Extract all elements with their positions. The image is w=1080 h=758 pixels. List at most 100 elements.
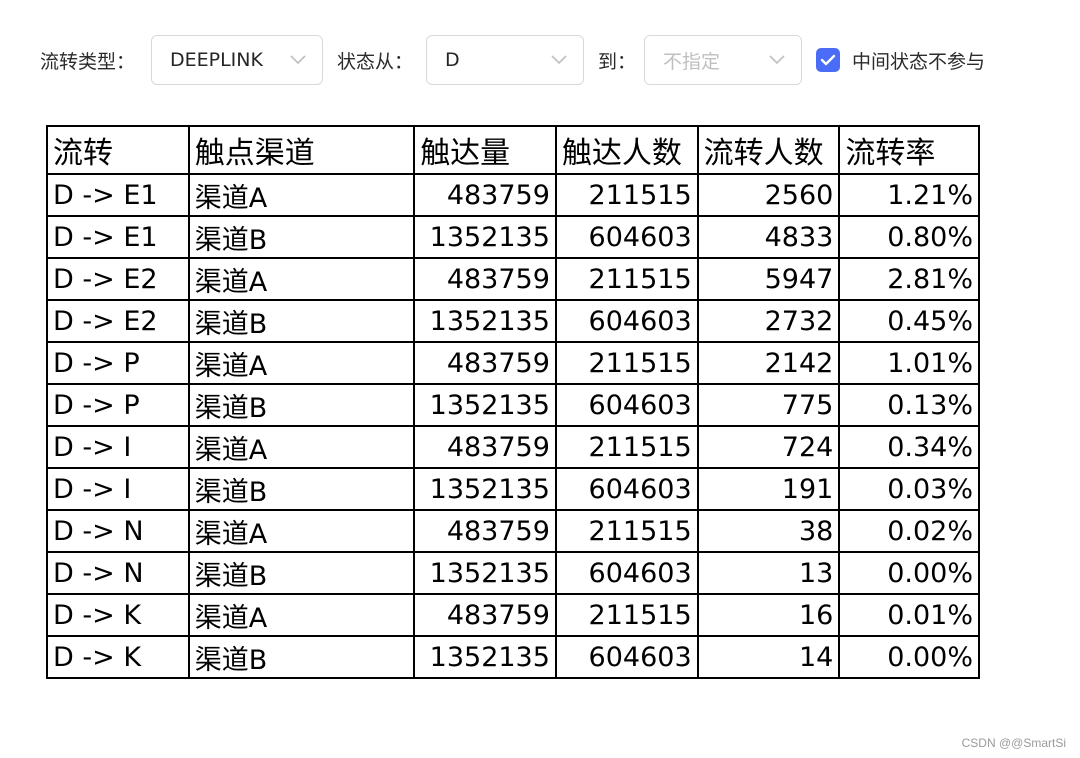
header-flow: 流转 — [46, 125, 190, 175]
cell-flow-people: 4833 — [696, 215, 841, 259]
exclude-intermediate-checkbox[interactable]: 中间状态不参与 — [816, 47, 985, 74]
cell-channel: 渠道A — [187, 509, 416, 553]
cell-flow-rate: 0.34% — [838, 425, 980, 469]
filter-bar: 流转类型： DEEPLINK 状态从： D 到： 不指定 中间状态不参与 — [40, 35, 985, 85]
cell-reach-people: 604603 — [554, 467, 699, 511]
cell-reach-people: 211515 — [554, 509, 699, 553]
cell-reach: 483759 — [413, 509, 557, 553]
cell-flow-people: 14 — [696, 635, 841, 679]
table-row: D -> N 渠道B 1352135 604603 13 0.00% — [46, 551, 980, 595]
flow-type-value: DEEPLINK — [170, 49, 263, 71]
cell-flow-rate: 0.13% — [838, 383, 980, 427]
cell-flow-people: 2142 — [696, 341, 841, 385]
cell-flow: D -> P — [46, 341, 190, 385]
cell-reach-people: 211515 — [554, 341, 699, 385]
table-row: D -> K 渠道B 1352135 604603 14 0.00% — [46, 635, 980, 679]
state-to-select[interactable]: 不指定 — [644, 35, 802, 85]
state-from-value: D — [445, 49, 460, 71]
cell-flow-rate: 0.00% — [838, 551, 980, 595]
cell-flow-people: 13 — [696, 551, 841, 595]
cell-reach: 483759 — [413, 341, 557, 385]
cell-reach-people: 211515 — [554, 173, 699, 217]
cell-flow-people: 38 — [696, 509, 841, 553]
table-row: D -> E1 渠道A 483759 211515 2560 1.21% — [46, 173, 980, 217]
cell-channel: 渠道A — [187, 425, 416, 469]
cell-flow: D -> E2 — [46, 299, 190, 343]
cell-flow: D -> K — [46, 635, 190, 679]
table-row: D -> N 渠道A 483759 211515 38 0.02% — [46, 509, 980, 553]
cell-flow: D -> I — [46, 467, 190, 511]
cell-reach-people: 604603 — [554, 215, 699, 259]
cell-reach-people: 604603 — [554, 635, 699, 679]
exclude-intermediate-label: 中间状态不参与 — [852, 50, 986, 73]
cell-channel: 渠道A — [187, 593, 416, 637]
cell-reach: 483759 — [413, 425, 557, 469]
chevron-down-icon — [551, 55, 567, 65]
header-flow-rate: 流转率 — [838, 125, 980, 175]
cell-reach: 1352135 — [413, 467, 557, 511]
table-row: D -> E1 渠道B 1352135 604603 4833 0.80% — [46, 215, 980, 259]
cell-channel: 渠道B — [187, 215, 416, 259]
table-row: D -> E2 渠道A 483759 211515 5947 2.81% — [46, 257, 980, 301]
cell-flow: D -> P — [46, 383, 190, 427]
header-channel: 触点渠道 — [187, 125, 416, 175]
cell-flow: D -> I — [46, 425, 190, 469]
cell-flow-rate: 1.21% — [838, 173, 980, 217]
cell-channel: 渠道B — [187, 551, 416, 595]
table-row: D -> I 渠道B 1352135 604603 191 0.03% — [46, 467, 980, 511]
cell-reach-people: 604603 — [554, 299, 699, 343]
cell-flow: D -> E1 — [46, 215, 190, 259]
cell-flow-rate: 0.02% — [838, 509, 980, 553]
table-header-row: 流转 触点渠道 触达量 触达人数 流转人数 流转率 — [46, 125, 980, 175]
table-row: D -> K 渠道A 483759 211515 16 0.01% — [46, 593, 980, 637]
table-row: D -> I 渠道A 483759 211515 724 0.34% — [46, 425, 980, 469]
cell-flow-people: 2560 — [696, 173, 841, 217]
cell-channel: 渠道B — [187, 299, 416, 343]
cell-channel: 渠道A — [187, 341, 416, 385]
cell-flow-rate: 0.00% — [838, 635, 980, 679]
chevron-down-icon — [769, 55, 785, 65]
cell-reach-people: 211515 — [554, 425, 699, 469]
cell-reach-people: 604603 — [554, 551, 699, 595]
chevron-down-icon — [290, 55, 306, 65]
cell-flow: D -> N — [46, 551, 190, 595]
cell-flow-rate: 0.01% — [838, 593, 980, 637]
cell-flow-people: 16 — [696, 593, 841, 637]
cell-flow-rate: 0.45% — [838, 299, 980, 343]
cell-reach: 483759 — [413, 173, 557, 217]
cell-reach: 1352135 — [413, 383, 557, 427]
cell-flow: D -> E2 — [46, 257, 190, 301]
cell-reach-people: 211515 — [554, 593, 699, 637]
cell-flow-people: 724 — [696, 425, 841, 469]
cell-flow-people: 191 — [696, 467, 841, 511]
table-row: D -> P 渠道B 1352135 604603 775 0.13% — [46, 383, 980, 427]
header-flow-people: 流转人数 — [696, 125, 841, 175]
cell-flow: D -> N — [46, 509, 190, 553]
cell-flow: D -> K — [46, 593, 190, 637]
cell-flow-rate: 0.80% — [838, 215, 980, 259]
cell-flow: D -> E1 — [46, 173, 190, 217]
cell-flow-people: 5947 — [696, 257, 841, 301]
cell-reach: 1352135 — [413, 299, 557, 343]
cell-flow-rate: 2.81% — [838, 257, 980, 301]
cell-reach: 1352135 — [413, 551, 557, 595]
table-row: D -> E2 渠道B 1352135 604603 2732 0.45% — [46, 299, 980, 343]
state-to-label: 到： — [598, 50, 637, 73]
cell-reach: 1352135 — [413, 635, 557, 679]
state-from-select[interactable]: D — [426, 35, 584, 85]
cell-channel: 渠道A — [187, 257, 416, 301]
flow-type-label: 流转类型： — [40, 50, 136, 73]
cell-reach: 1352135 — [413, 215, 557, 259]
cell-channel: 渠道B — [187, 635, 416, 679]
flow-type-select[interactable]: DEEPLINK — [151, 35, 323, 85]
header-reach-people: 触达人数 — [554, 125, 699, 175]
cell-channel: 渠道B — [187, 467, 416, 511]
cell-channel: 渠道B — [187, 383, 416, 427]
cell-flow-rate: 0.03% — [838, 467, 980, 511]
check-icon[interactable] — [816, 48, 840, 72]
cell-channel: 渠道A — [187, 173, 416, 217]
flow-rate-table: 流转 触点渠道 触达量 触达人数 流转人数 流转率 D -> E1 渠道A 4837… — [46, 125, 980, 679]
cell-flow-people: 2732 — [696, 299, 841, 343]
state-to-placeholder: 不指定 — [663, 50, 721, 73]
state-from-label: 状态从： — [337, 50, 414, 73]
